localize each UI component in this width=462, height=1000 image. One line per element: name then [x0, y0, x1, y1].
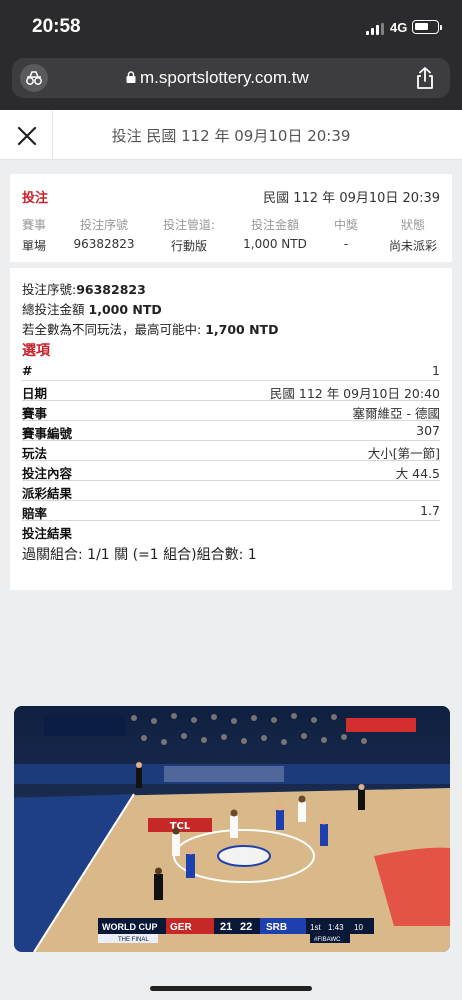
summary-col-header: 中獎 — [333, 218, 358, 232]
total-line: 總投注金額 1,000 NTD — [22, 299, 162, 318]
period: 1st — [310, 923, 321, 932]
event-name: WORLD CUP — [102, 922, 158, 932]
url-text: m.sportslottery.com.tw — [140, 68, 309, 87]
row-value: 1.7 — [420, 503, 440, 518]
home-score: 21 — [220, 921, 232, 933]
detail-row: 日期 民國 112 年 09月10日 20:40 — [22, 381, 440, 401]
summary-col-header: 投注管道: — [162, 218, 216, 232]
broadcast-image: TCL WORLD CUP GER 21 22 SRB 1st 1:43 10 … — [14, 706, 450, 952]
detail-row: 投注結果 — [22, 521, 440, 541]
max-win-value: 1,700 NTD — [205, 322, 279, 337]
row-key: 日期 — [22, 386, 48, 401]
summary-col-header: 賽事 — [22, 218, 47, 232]
detail-row: 派彩結果 — [22, 481, 440, 501]
reader-mode-icon[interactable] — [20, 64, 48, 92]
max-win-label: 若全數為不同玩法，最高可能中: — [22, 322, 202, 337]
bet-date: 民國 112 年 09月10日 20:39 — [263, 191, 440, 206]
summary-col-serial: 投注序號 96382823 — [68, 216, 140, 251]
summary-col-value: 單場 — [22, 239, 47, 253]
summary-col-value: 尚未派彩 — [388, 239, 437, 253]
bet-summary-card: 投注 民國 112 年 09月10日 20:39 賽事 單場 投注序號 9638… — [10, 174, 452, 262]
summary-col-win: 中獎 - — [324, 216, 368, 251]
detail-row: 賽事 塞爾維亞 - 德國 — [22, 401, 440, 421]
lock-icon — [126, 71, 136, 83]
summary-col-header: 狀態 — [400, 218, 425, 232]
home-team: GER — [170, 922, 192, 933]
summary-col-status: 狀態 尚未派彩 — [382, 216, 444, 254]
home-indicator[interactable] — [150, 986, 312, 991]
summary-col-channel: 投注管道: 行動版 — [154, 216, 224, 254]
row-key: 賠率 — [22, 506, 48, 521]
serial-line: 投注序號:96382823 — [22, 279, 146, 298]
hashtag: #FIBAWC — [314, 937, 341, 943]
basketball-court-scene: TCL WORLD CUP GER 21 22 SRB 1st 1:43 10 … — [14, 706, 450, 952]
row-key: 投注結果 — [22, 526, 73, 541]
away-score: 22 — [240, 921, 252, 933]
serial-value: 96382823 — [76, 282, 146, 297]
summary-col-value: 96382823 — [73, 237, 135, 251]
total-label: 總投注金額 — [22, 302, 85, 317]
ios-top-bar: 20:58 4G m.sportslottery.com.tw — [0, 0, 462, 110]
row-key: # — [22, 363, 33, 378]
page-header: 投注 民國 112 年 09月10日 20:39 — [0, 110, 462, 160]
row-key: 賽事 — [22, 406, 48, 421]
page-title: 投注 民國 112 年 09月10日 20:39 — [111, 127, 351, 145]
summary-col-value: - — [343, 237, 349, 251]
row-value: 1 — [432, 363, 440, 378]
summary-col-header: 投注金額 — [250, 218, 299, 232]
url-bar[interactable]: m.sportslottery.com.tw — [12, 58, 450, 98]
detail-row: 投注內容 大 44.5 — [22, 461, 440, 481]
row-value: 307 — [416, 423, 440, 438]
parlay-summary: 過關組合: 1/1 關 (=1 組合)組合數: 1 — [22, 547, 257, 563]
signal-icon — [366, 23, 384, 35]
status-time: 20:58 — [32, 16, 81, 37]
bet-detail-card: 投注序號:96382823 總投注金額 1,000 NTD 若全數為不同玩法，最… — [10, 268, 452, 590]
bet-label: 投注 — [22, 191, 49, 206]
row-key: 派彩結果 — [22, 486, 73, 501]
shot-clock: 10 — [354, 923, 363, 932]
row-value: 民國 112 年 09月10日 20:40 — [269, 386, 440, 401]
network-type: 4G — [390, 20, 408, 35]
detail-row: #1 — [22, 361, 440, 381]
detail-row: 玩法 大小[第一節] — [22, 441, 440, 461]
row-key: 賽事編號 — [22, 426, 73, 441]
summary-col-value: 1,000 NTD — [243, 237, 307, 251]
row-value: 大 44.5 — [395, 466, 440, 481]
share-icon[interactable] — [414, 66, 436, 90]
summary-col-value: 行動版 — [170, 239, 207, 253]
game-clock: 1:43 — [328, 923, 344, 932]
detail-row: 賽事編號 307 — [22, 421, 440, 441]
max-win-line: 若全數為不同玩法，最高可能中: 1,700 NTD — [22, 319, 278, 338]
battery-icon — [412, 20, 442, 34]
summary-col-amount: 投注金額 1,000 NTD — [238, 216, 312, 251]
detail-row: 賠率 1.7 — [22, 501, 440, 521]
serial-label: 投注序號: — [22, 282, 77, 297]
away-team: SRB — [266, 922, 287, 933]
summary-col-event: 賽事 單場 — [22, 216, 52, 254]
stage-label: THE FINAL — [118, 937, 149, 943]
options-title: 選項 — [22, 343, 50, 359]
row-key: 投注內容 — [22, 466, 73, 481]
row-value: 塞爾維亞 - 德國 — [352, 406, 440, 421]
summary-col-header: 投注序號 — [79, 218, 128, 232]
row-value: 大小[第一節] — [367, 446, 440, 461]
row-key: 玩法 — [22, 446, 48, 461]
status-bar: 20:58 4G — [0, 0, 462, 54]
total-value: 1,000 NTD — [88, 302, 162, 317]
